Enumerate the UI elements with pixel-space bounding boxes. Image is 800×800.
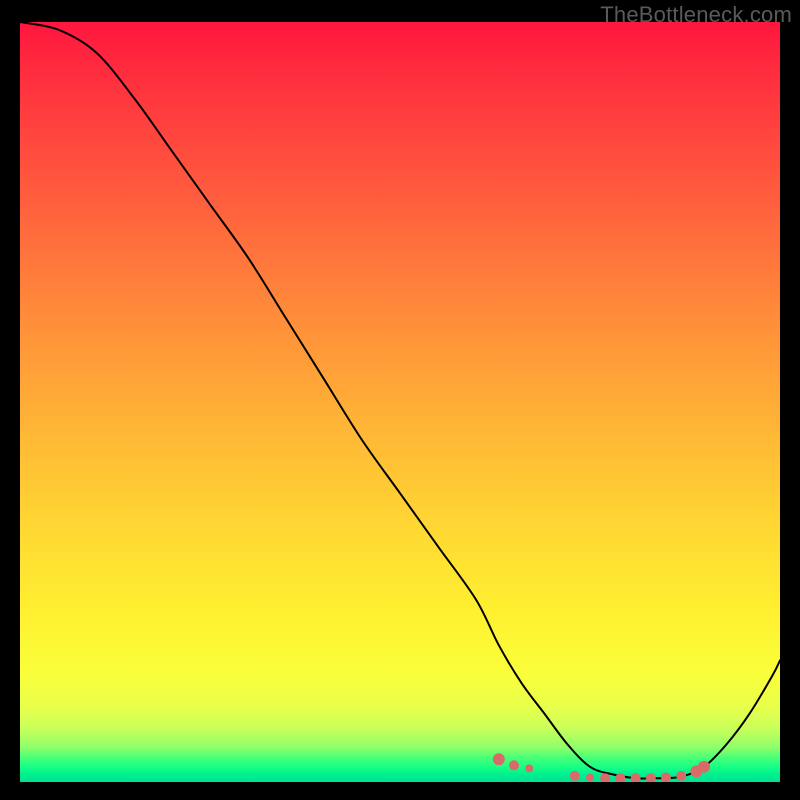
curve-marker bbox=[509, 760, 519, 770]
curve-marker bbox=[646, 773, 656, 782]
curve-marker bbox=[570, 771, 580, 781]
plot-area bbox=[20, 22, 780, 782]
curve-marker bbox=[525, 764, 533, 772]
curve-marker bbox=[586, 773, 594, 781]
curve-marker bbox=[493, 753, 505, 765]
marker-group bbox=[493, 753, 710, 782]
curve-marker bbox=[631, 773, 641, 782]
curve-marker bbox=[600, 773, 610, 782]
curve-marker bbox=[661, 772, 671, 782]
curve-marker bbox=[698, 761, 710, 773]
curve-marker bbox=[676, 771, 686, 781]
bottleneck-curve bbox=[20, 22, 780, 782]
watermark-text: TheBottleneck.com bbox=[600, 2, 792, 28]
chart-frame: TheBottleneck.com bbox=[0, 0, 800, 800]
curve-line bbox=[20, 22, 780, 779]
